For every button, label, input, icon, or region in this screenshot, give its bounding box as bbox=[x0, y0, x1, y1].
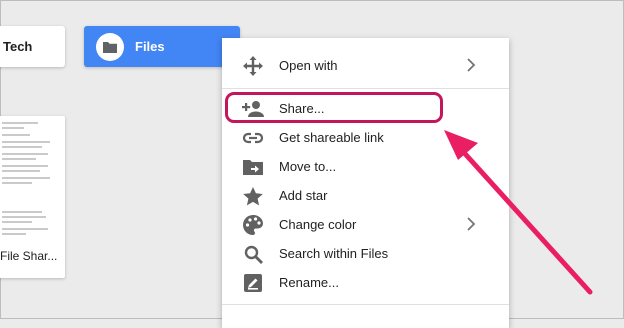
menu-item-open-with[interactable]: Open with bbox=[222, 51, 509, 80]
chevron-right-icon bbox=[466, 58, 476, 72]
menu-item-move-to[interactable]: Move to... bbox=[222, 152, 509, 181]
move-to-folder-icon bbox=[242, 156, 264, 178]
menu-divider bbox=[222, 304, 509, 305]
menu-item-label: Get shareable link bbox=[279, 130, 384, 145]
palette-icon bbox=[242, 214, 264, 236]
folder-tile-label: Tech bbox=[3, 39, 33, 54]
menu-item-label: Change color bbox=[279, 217, 357, 232]
menu-divider bbox=[222, 88, 509, 89]
link-icon bbox=[242, 127, 264, 149]
chevron-right-icon bbox=[466, 217, 476, 231]
menu-item-label: Search within Files bbox=[279, 246, 389, 261]
folder-tile-label: Files bbox=[135, 39, 165, 54]
share-highlight-box bbox=[225, 92, 443, 123]
open-with-icon bbox=[242, 55, 264, 77]
menu-item-add-star[interactable]: Add star bbox=[222, 181, 509, 210]
menu-item-label: Add star bbox=[279, 188, 328, 203]
menu-item-change-color[interactable]: Change color bbox=[222, 210, 509, 239]
document-card[interactable]: File Shar... bbox=[0, 116, 65, 278]
menu-item-label: Rename... bbox=[279, 275, 339, 290]
folder-icon bbox=[96, 33, 124, 61]
menu-item-label: Open with bbox=[279, 58, 338, 73]
star-icon bbox=[242, 185, 264, 207]
menu-item-label: Move to... bbox=[279, 159, 337, 174]
rename-icon bbox=[242, 272, 264, 294]
menu-item-get-shareable-link[interactable]: Get shareable link bbox=[222, 123, 509, 152]
folder-tile-files[interactable]: Files bbox=[84, 26, 240, 67]
menu-item-rename[interactable]: Rename... bbox=[222, 268, 509, 297]
document-title: File Shar... bbox=[0, 249, 58, 263]
folder-tile-tech[interactable]: Tech bbox=[0, 26, 65, 67]
context-menu: Open with Share... Get shareable link Mo… bbox=[222, 38, 509, 328]
search-icon bbox=[242, 243, 264, 265]
menu-item-search-within-files[interactable]: Search within Files bbox=[222, 239, 509, 268]
